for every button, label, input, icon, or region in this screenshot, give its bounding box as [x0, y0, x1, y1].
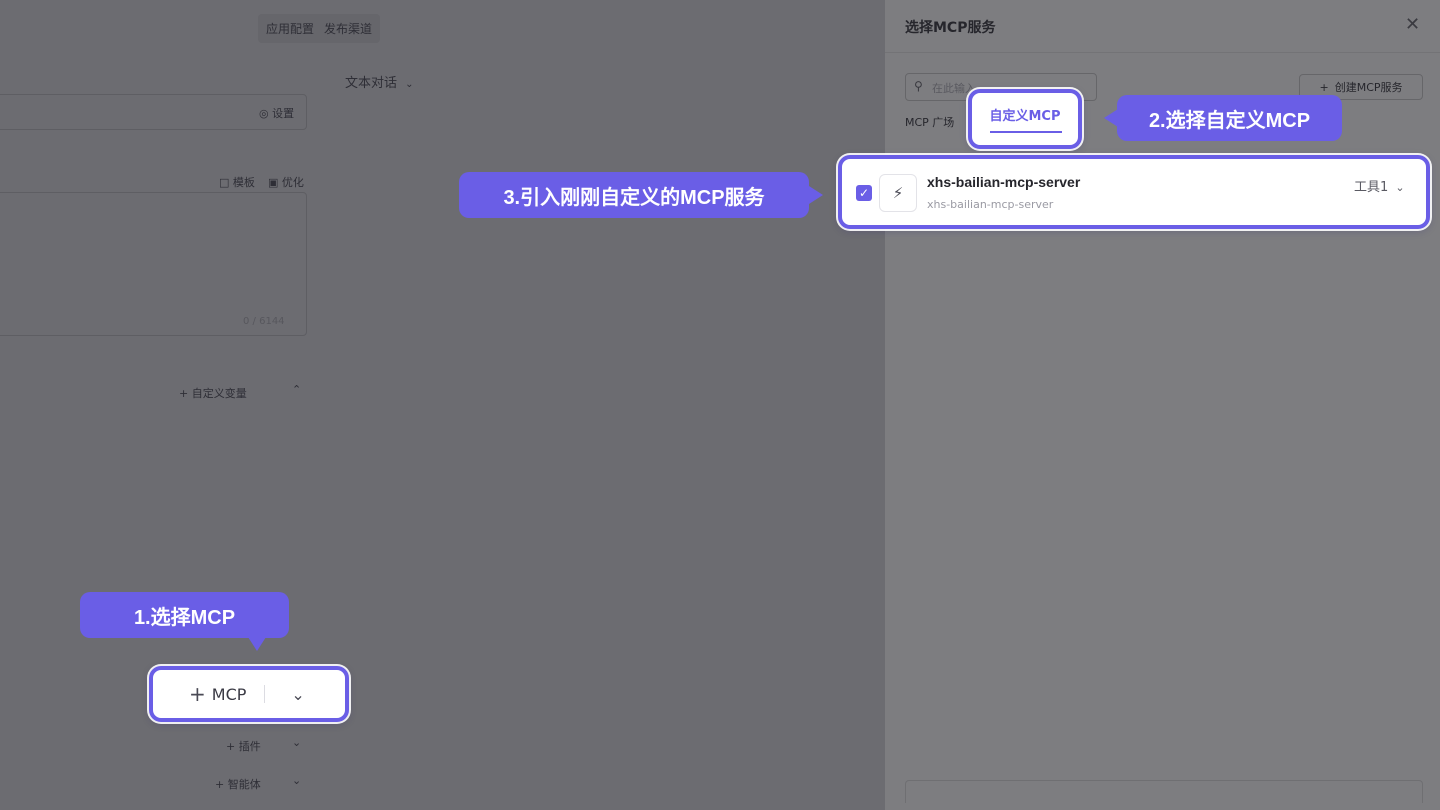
- background-app: 应用配置 发布渠道 文本对话 ⌄ ◎ 设置 □ 模板 ▣ 优化 0 / 6144…: [0, 0, 885, 810]
- document-icon: □: [219, 176, 230, 189]
- gear-icon: ◎: [259, 107, 269, 120]
- mcp-label: MCP: [211, 684, 247, 704]
- drawer-header: 选择MCP服务 ✕: [885, 0, 1440, 53]
- mcp-server-row[interactable]: ✓ ⚡ xhs-bailian-mcp-server xhs-bailian-m…: [838, 155, 1430, 229]
- callout-step-3-pointer: [809, 186, 823, 204]
- add-custom-variable-button[interactable]: + 自定义变量: [179, 385, 247, 401]
- server-name: xhs-bailian-mcp-server: [927, 174, 1081, 190]
- template-label: 模板: [232, 176, 255, 189]
- chevron-down-icon[interactable]: ⌄: [292, 736, 301, 749]
- char-count: 0 / 6144: [243, 316, 285, 327]
- custom-variable-label: 自定义变量: [191, 387, 247, 400]
- callout-step-2: 2.选择自定义MCP: [1117, 95, 1342, 141]
- callout-step-1-text: 1.选择MCP: [133, 606, 236, 629]
- mode-select[interactable]: 文本对话 ⌄: [345, 72, 414, 91]
- search-icon: ⚲: [914, 79, 923, 93]
- chevron-down-icon: ⌄: [1395, 181, 1405, 194]
- sparkle-icon: ▣: [268, 176, 279, 189]
- tab-custom-mcp-label: 自定义MCP: [989, 109, 1061, 124]
- chevron-down-icon[interactable]: ⌄: [291, 685, 304, 704]
- tab-custom-mcp[interactable]: 自定义MCP: [968, 89, 1082, 149]
- prompt-textarea[interactable]: 0 / 6144: [0, 192, 307, 336]
- add-agent-button[interactable]: + 智能体: [215, 776, 261, 792]
- drawer-footer: [905, 780, 1423, 803]
- tools-label: 工具1: [1354, 180, 1389, 195]
- check-icon: ✓: [858, 186, 870, 200]
- optimize-link[interactable]: ▣ 优化: [268, 174, 304, 190]
- chevron-up-icon[interactable]: ⌃: [292, 383, 301, 396]
- add-mcp-button[interactable]: + MCP ⌄: [149, 666, 349, 722]
- tab-publish-channel[interactable]: 发布渠道: [320, 14, 376, 43]
- callout-step-1: 1.选择MCP: [80, 592, 289, 638]
- drawer-title: 选择MCP服务: [905, 20, 996, 36]
- callout-step-3: 3.引入刚刚自定义的MCP服务: [459, 172, 809, 218]
- tools-dropdown[interactable]: 工具1 ⌄: [1354, 176, 1405, 195]
- callout-step-1-pointer: [248, 637, 266, 651]
- settings-link[interactable]: ◎ 设置: [259, 105, 294, 121]
- plus-icon: +: [226, 740, 236, 753]
- mode-label: 文本对话: [345, 76, 398, 91]
- plus-icon: +: [179, 387, 189, 400]
- callout-step-3-text: 3.引入刚刚自定义的MCP服务: [503, 186, 765, 209]
- model-field[interactable]: ◎ 设置: [0, 94, 307, 130]
- plus-icon: +: [1319, 80, 1329, 94]
- top-tabs: 应用配置 发布渠道: [258, 14, 381, 43]
- optimize-label: 优化: [281, 176, 304, 189]
- server-checkbox[interactable]: ✓: [856, 185, 872, 201]
- plus-icon: +: [215, 778, 225, 791]
- callout-step-2-text: 2.选择自定义MCP: [1148, 109, 1311, 132]
- chevron-down-icon: ⌄: [405, 79, 414, 90]
- server-subtitle: xhs-bailian-mcp-server: [927, 198, 1054, 211]
- lightning-icon: ⚡: [892, 184, 904, 202]
- add-plugin-button[interactable]: + 插件: [226, 738, 261, 754]
- settings-label: 设置: [272, 107, 295, 120]
- chevron-down-icon[interactable]: ⌄: [292, 774, 301, 787]
- plugin-label: 插件: [238, 740, 261, 753]
- active-tab-indicator: [990, 131, 1062, 133]
- callout-step-2-pointer: [1104, 109, 1118, 127]
- divider: [264, 685, 266, 703]
- plus-icon: +: [189, 682, 206, 706]
- template-link[interactable]: □ 模板: [219, 174, 255, 190]
- agent-label: 智能体: [227, 778, 261, 791]
- tab-app-config[interactable]: 应用配置: [262, 14, 318, 43]
- server-icon: ⚡: [879, 174, 917, 212]
- add-mcp-button-content: + MCP ⌄: [153, 670, 345, 718]
- close-icon[interactable]: ✕: [1405, 14, 1420, 35]
- tab-mcp-plaza[interactable]: MCP 广场: [905, 114, 954, 130]
- create-mcp-label: 创建MCP服务: [1334, 81, 1403, 94]
